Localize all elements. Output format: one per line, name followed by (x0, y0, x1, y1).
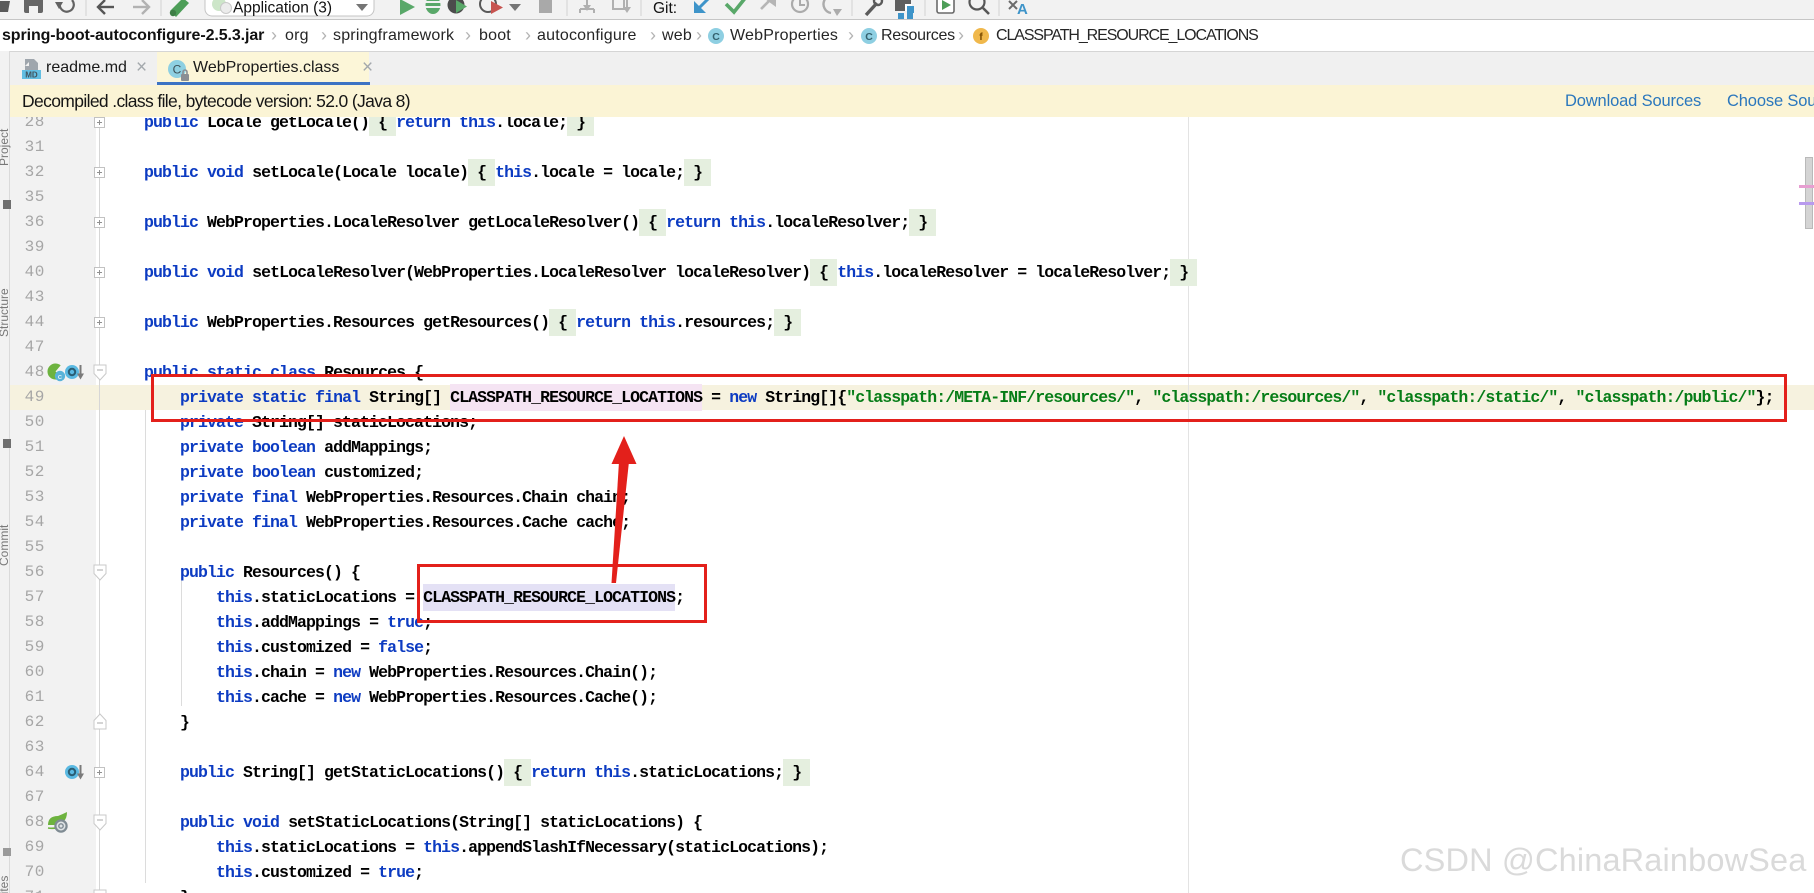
svg-text:A: A (1017, 1, 1028, 18)
svg-text:MD: MD (25, 71, 38, 80)
svg-text:C: C (865, 31, 873, 43)
svg-text:c: c (58, 374, 63, 382)
svg-text:Application (3): Application (3) (233, 0, 332, 17)
svg-text:f: f (979, 31, 983, 43)
svg-text:C: C (173, 63, 182, 77)
svg-text:Git:: Git: (653, 0, 677, 17)
svg-text:C: C (712, 31, 720, 43)
